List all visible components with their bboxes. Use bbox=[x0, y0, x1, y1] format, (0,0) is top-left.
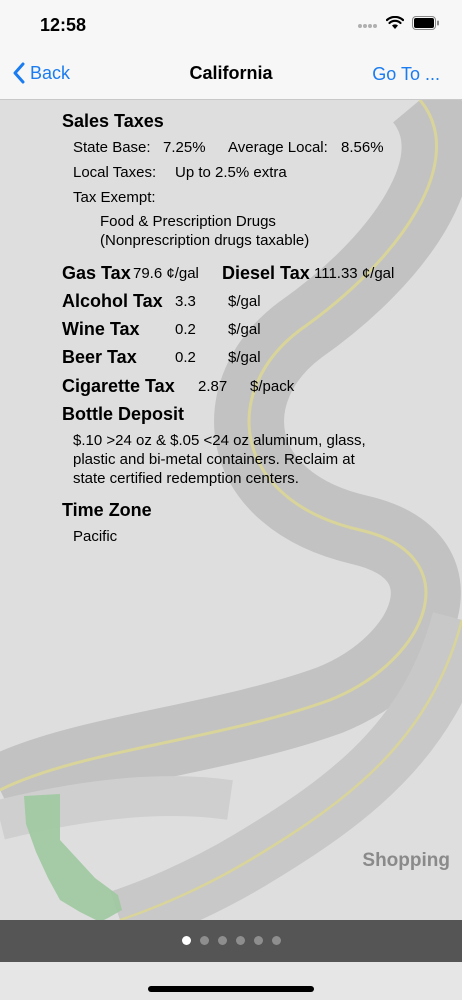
wifi-icon bbox=[386, 16, 404, 29]
time-zone-heading: Time Zone bbox=[62, 500, 152, 520]
beer-tax-label: Beer Tax bbox=[62, 347, 137, 367]
navigation-bar: Back California Go To ... bbox=[0, 50, 462, 100]
page-dot[interactable] bbox=[271, 936, 281, 945]
diesel-tax-value: 111.33 ¢/gal bbox=[314, 265, 395, 282]
shopping-button[interactable]: Shopping bbox=[362, 850, 450, 872]
page-control-bar bbox=[0, 920, 462, 962]
cigarette-tax-value: 2.87 bbox=[198, 378, 228, 395]
local-taxes-value: Up to 2.5% extra bbox=[175, 164, 287, 181]
bottle-deposit-heading: Bottle Deposit bbox=[62, 404, 185, 424]
sales-taxes-heading: Sales Taxes bbox=[62, 111, 164, 131]
tax-exempt-line-2: (Nonprescription drugs taxable) bbox=[100, 232, 310, 249]
beer-tax-unit: $/gal bbox=[228, 349, 261, 366]
battery-icon bbox=[412, 16, 439, 30]
screen: 12:58 Back California Go To ... Sales Ta… bbox=[0, 0, 462, 1000]
state-info-content[interactable]: Sales Taxes State Base: 7.25% Average Lo… bbox=[0, 100, 462, 920]
page-dot[interactable] bbox=[217, 936, 227, 945]
alcohol-tax-unit: $/gal bbox=[228, 293, 261, 310]
home-indicator[interactable] bbox=[148, 986, 314, 992]
signal-icon bbox=[358, 24, 377, 28]
alcohol-tax-value: 3.3 bbox=[175, 293, 196, 310]
bottle-deposit-line-1: $.10 >24 oz & $.05 <24 oz aluminum, glas… bbox=[73, 432, 366, 449]
gas-tax-label: Gas Tax bbox=[62, 263, 131, 283]
page-control[interactable] bbox=[0, 936, 462, 945]
diesel-tax-label: Diesel Tax bbox=[222, 263, 310, 283]
tax-info-panel: Sales Taxes State Base: 7.25% Average Lo… bbox=[0, 100, 462, 920]
state-base-value: 7.25% bbox=[163, 139, 206, 156]
local-taxes-label: Local Taxes: bbox=[73, 164, 157, 181]
alcohol-tax-label: Alcohol Tax bbox=[62, 291, 163, 311]
back-label: Back bbox=[30, 62, 71, 83]
go-to-button[interactable]: Go To ... bbox=[372, 64, 440, 85]
wine-tax-unit: $/gal bbox=[228, 321, 261, 338]
wine-tax-label: Wine Tax bbox=[62, 319, 140, 339]
page-dot[interactable] bbox=[181, 936, 191, 945]
tax-exempt-label: Tax Exempt: bbox=[73, 189, 156, 206]
gas-tax-value: 79.6 ¢/gal bbox=[133, 265, 199, 282]
status-icons bbox=[358, 16, 440, 30]
average-local-value: 8.56% bbox=[341, 139, 384, 156]
tax-exempt-line-1: Food & Prescription Drugs bbox=[100, 213, 276, 230]
cigarette-tax-label: Cigarette Tax bbox=[62, 376, 175, 396]
home-indicator-area bbox=[0, 962, 462, 1000]
average-local-label: Average Local: bbox=[228, 139, 328, 156]
wine-tax-value: 0.2 bbox=[175, 321, 196, 338]
beer-tax-value: 0.2 bbox=[175, 349, 196, 366]
status-bar: 12:58 bbox=[0, 0, 462, 50]
time-zone-value: Pacific bbox=[73, 528, 118, 545]
bottle-deposit-line-2: plastic and bi-metal containers. Reclaim… bbox=[73, 451, 355, 468]
back-button[interactable]: Back bbox=[12, 62, 70, 84]
page-dot[interactable] bbox=[253, 936, 263, 945]
state-base-label: State Base: bbox=[73, 139, 151, 156]
page-dot[interactable] bbox=[199, 936, 209, 945]
bottle-deposit-line-3: state certified redemption centers. bbox=[73, 470, 299, 487]
chevron-left-icon bbox=[13, 62, 25, 84]
page-dot[interactable] bbox=[235, 936, 245, 945]
cigarette-tax-unit: $/pack bbox=[250, 378, 295, 395]
status-time: 12:58 bbox=[40, 15, 87, 35]
